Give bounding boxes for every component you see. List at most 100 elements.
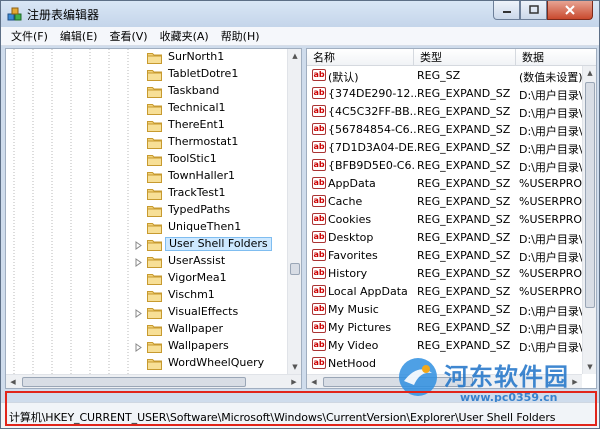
string-value-icon: ab [312,141,326,153]
minimize-button[interactable] [493,1,520,20]
list-row[interactable]: ab Desktop REG_EXPAND_SZ D:\用户目录\ [307,229,583,247]
column-header-data[interactable]: 数据 [516,49,596,66]
maximize-button[interactable] [520,1,547,20]
tree-item[interactable]: TrackTest1 [6,185,288,202]
folder-icon [147,323,162,336]
tree-item[interactable]: ToolStic1 [6,151,288,168]
scroll-up-icon[interactable]: ▲ [583,66,596,80]
tree-item[interactable]: Technical1 [6,100,288,117]
value-data: D:\用户目录\ [519,107,583,120]
menu-favorites[interactable]: 收藏夹(A) [154,28,215,45]
tree-hscroll-thumb[interactable] [22,377,246,387]
string-value-icon: ab [312,213,326,225]
value-name: AppData [328,177,376,190]
tree-vscroll-thumb[interactable] [290,263,300,275]
value-name: Desktop [328,231,374,244]
list-row[interactable]: ab Local AppData REG_EXPAND_SZ %USERPROF [307,283,583,301]
list-row[interactable]: ab Cookies REG_EXPAND_SZ %USERPROF [307,211,583,229]
scroll-up-icon[interactable]: ▲ [288,49,301,63]
list-row[interactable]: ab (默认) REG_SZ (数值未设置) [307,67,583,85]
close-button[interactable] [547,1,593,20]
tree-item[interactable]: Vischm1 [6,287,288,304]
scroll-left-icon[interactable]: ◀ [6,375,20,388]
value-list-pane[interactable]: 名称 类型 数据 ab (默认) REG_SZ (数值未设置) ab {374DE290-… [306,48,597,389]
string-value-icon: ab [312,123,326,135]
list-row[interactable]: ab Favorites REG_EXPAND_SZ D:\用户目录\ [307,247,583,265]
tree-item[interactable]: TabletDotre1 [6,66,288,83]
tree-item-label: VigorMea1 [168,271,227,284]
string-value-icon: ab [312,303,326,315]
value-data: %USERPROF [519,267,583,280]
list-row[interactable]: ab My Music REG_EXPAND_SZ D:\用户目录\ [307,301,583,319]
list-row[interactable]: ab History REG_EXPAND_SZ %USERPROF [307,265,583,283]
menu-view[interactable]: 查看(V) [103,28,153,45]
list-row[interactable]: ab {7D1D3A04-DE... REG_EXPAND_SZ D:\用户目录\ [307,139,583,157]
list-header: 名称 类型 数据 [307,49,596,66]
value-type: REG_EXPAND_SZ [417,339,511,352]
string-value-icon: ab [312,69,326,81]
tree-horizontal-scrollbar[interactable]: ◀ ▶ [6,374,301,388]
string-value-icon: ab [312,357,326,369]
menu-edit[interactable]: 编辑(E) [54,28,104,45]
value-name: {56784854-C6... [328,123,416,136]
list-row[interactable]: ab Cache REG_EXPAND_SZ %USERPROF [307,193,583,211]
list-vertical-scrollbar[interactable]: ▲ ▼ [582,66,596,374]
list-row[interactable]: ab {56784854-C6... REG_EXPAND_SZ D:\用户目录\ [307,121,583,139]
key-tree-pane[interactable]: SurNorth1 TabletDotre1 Taskband Technical1 T… [5,48,302,389]
tree-item-label: User Shell Folders [165,237,272,251]
maximize-icon [528,5,539,14]
title-bar[interactable]: 注册表编辑器 [1,1,599,27]
value-data: D:\用户目录\ [519,251,583,264]
tree-item[interactable]: Taskband [6,83,288,100]
tree-item[interactable]: Thermostat1 [6,134,288,151]
value-data: D:\用户目录\ [519,161,583,174]
tree-item[interactable]: TypedPaths [6,202,288,219]
tree-item[interactable]: SurNorth1 [6,49,288,66]
tree-item[interactable]: Wallpaper [6,321,288,338]
scroll-left-icon[interactable]: ◀ [307,375,321,388]
expand-arrow-icon[interactable] [134,342,143,352]
expand-arrow-icon[interactable] [134,308,143,318]
value-data: %USERPROF [519,177,583,190]
tree-item[interactable]: VisualEffects [6,304,288,321]
tree-item[interactable]: UserAssist [6,253,288,270]
scroll-down-icon[interactable]: ▼ [288,360,301,374]
list-row[interactable]: ab {BFB9D5E0-C6... REG_EXPAND_SZ D:\用户目录\ [307,157,583,175]
list-row[interactable]: ab AppData REG_EXPAND_SZ %USERPROF [307,175,583,193]
column-header-name[interactable]: 名称 [307,49,414,66]
tree-item[interactable]: WordWheelQuery [6,355,288,372]
tree-vertical-scrollbar[interactable]: ▲ ▼ [287,49,301,374]
value-data: D:\用户目录\ [519,125,583,138]
menu-help[interactable]: 帮助(H) [215,28,266,45]
tree-item-label: UniqueThen1 [168,220,242,233]
expand-arrow-icon[interactable] [134,257,143,267]
list-row[interactable]: ab My Pictures REG_EXPAND_SZ D:\用户目录\ [307,319,583,337]
list-row[interactable]: ab {374DE290-12... REG_EXPAND_SZ D:\用户目录\ [307,85,583,103]
value-data: D:\用户目录\ [519,341,583,354]
list-row[interactable]: ab {4C5C32FF-BB... REG_EXPAND_SZ D:\用户目录\ [307,103,583,121]
scroll-right-icon[interactable]: ▶ [287,375,301,388]
tree-item-label: UserAssist [168,254,226,267]
tree-item-label: Thermostat1 [168,135,239,148]
list-vscroll-thumb[interactable] [585,82,595,308]
highlight-frame [5,391,597,426]
menu-file[interactable]: 文件(F) [5,28,54,45]
value-name: (默认) [328,71,359,84]
value-data: %USERPROF [519,195,583,208]
string-value-icon: ab [312,267,326,279]
tree-item-label: WordWheelQuery [168,356,265,369]
tree-item[interactable]: UniqueThen1 [6,219,288,236]
value-name: {7D1D3A04-DE... [328,141,416,154]
folder-icon [147,255,162,268]
value-type: REG_EXPAND_SZ [417,321,511,334]
value-data: D:\用户目录\ [519,233,583,246]
tree-item[interactable]: TownHaller1 [6,168,288,185]
list-row[interactable]: ab My Video REG_EXPAND_SZ D:\用户目录\ [307,337,583,355]
expand-arrow-icon[interactable] [134,240,143,250]
tree-item[interactable]: User Shell Folders [6,236,288,253]
tree-item[interactable]: VigorMea1 [6,270,288,287]
value-name: Cookies [328,213,372,226]
tree-item[interactable]: ThereEnt1 [6,117,288,134]
column-header-type[interactable]: 类型 [414,49,516,66]
tree-item[interactable]: Wallpapers [6,338,288,355]
